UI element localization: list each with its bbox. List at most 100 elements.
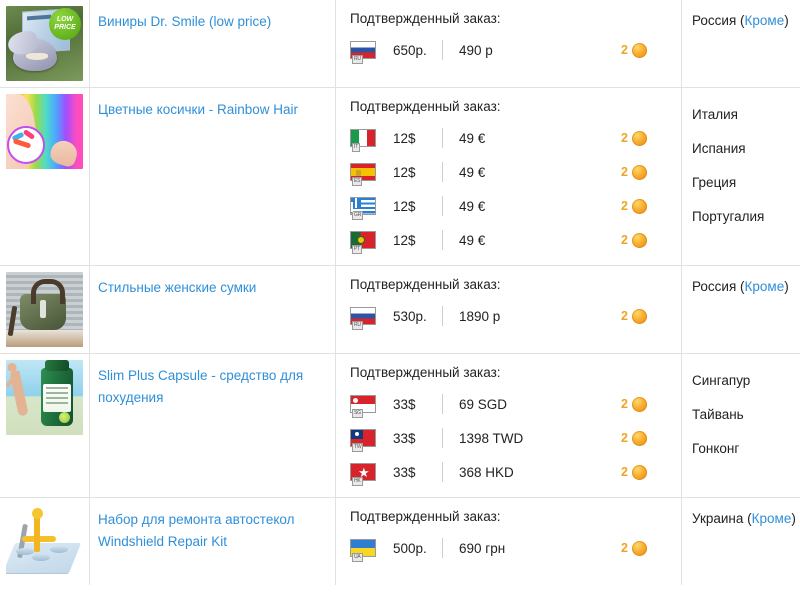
offer-row: Slim Plus Capsule - средство для похуден… (0, 353, 800, 498)
geo-country-name: Греция (692, 175, 737, 190)
bottle-label (43, 384, 71, 412)
product-image[interactable] (6, 504, 83, 579)
flag-icon-sg: SG (350, 395, 376, 418)
geo-except-link[interactable]: Кроме (745, 13, 785, 28)
geo-cell: Сингапур Тайвань Гонконг (682, 354, 800, 498)
geo-item: Россия (Кроме) (692, 10, 796, 29)
flag-country-code: GR (352, 211, 364, 220)
geo-except-link[interactable]: Кроме (752, 511, 792, 526)
geo-item: Испания (692, 132, 796, 166)
flag-icon-es: ES (350, 163, 376, 186)
product-image[interactable]: LOW PRICE (6, 6, 83, 81)
flag-icon-tw: TW (350, 429, 376, 452)
coin-count: 2 (621, 165, 628, 179)
geo-except-link[interactable]: Кроме (745, 279, 785, 294)
flag-country-code: RU (352, 321, 363, 330)
price-row: ES 12$ 49 € 2 (350, 155, 671, 189)
thumbnail-wrap[interactable] (6, 504, 83, 579)
geo-list: Украина (Кроме) (682, 498, 800, 535)
product-title-link[interactable]: Slim Plus Capsule - средство для похуден… (90, 354, 335, 419)
coin-icon (632, 164, 647, 180)
flag-country-code: PT (352, 245, 362, 254)
coin-count: 2 (621, 43, 628, 57)
flag-country-code: SG (352, 409, 363, 418)
geo-list: Россия (Кроме) (682, 0, 800, 37)
coin-count: 2 (621, 431, 628, 445)
geo-country-name: Россия (692, 13, 737, 28)
order-block: Подтвержденный заказ: RU 650р. 490 р 2 (336, 0, 681, 75)
product-title-cell: Цветные косички - Rainbow Hair (89, 87, 336, 266)
flag-icon-it: IT (350, 129, 376, 152)
geo-cell: Украина (Кроме) (682, 498, 800, 586)
local-price: 49 € (459, 164, 486, 180)
offers-table-body: LOW PRICE Виниры Dr. Smile (low price) Подт… (0, 0, 800, 585)
flag-icon-pt: PT (350, 231, 376, 254)
product-image[interactable] (6, 360, 83, 435)
product-image[interactable] (6, 94, 83, 169)
coin-icon (632, 308, 647, 324)
coin-quantity: 2 (621, 198, 671, 214)
geo-cell: Италия Испания Греция Португалия (682, 88, 800, 266)
coin-icon (632, 130, 647, 146)
thumbnail-wrap[interactable]: LOW PRICE (6, 6, 83, 81)
confirmed-order-label: Подтвержденный заказ: (350, 509, 501, 524)
coin-icon (632, 42, 647, 58)
flag-icon-ru: RU (350, 307, 376, 330)
price-row: TW 33$ 1398 TWD 2 (350, 421, 671, 455)
price-row: RU 530р. 1890 р 2 (350, 299, 671, 333)
local-price: 1890 р (459, 308, 501, 324)
geo-item: Греция (692, 166, 796, 200)
coin-icon (632, 540, 647, 556)
coin-count: 2 (621, 541, 628, 555)
coin-count: 2 (621, 233, 628, 247)
local-price: 49 € (459, 198, 486, 214)
coin-quantity: 2 (621, 130, 671, 146)
local-price: 69 SGD (459, 396, 508, 412)
order-block: Подтвержденный заказ: UA 500р. 690 грн 2 (336, 498, 681, 573)
product-thumbnail-cell (0, 265, 90, 354)
product-title-link[interactable]: Цветные косички - Rainbow Hair (90, 88, 335, 131)
geo-item: Тайвань (692, 398, 796, 432)
payout-amount: 500р. (393, 540, 427, 556)
coin-icon (632, 430, 647, 446)
order-prices-cell: Подтвержденный заказ: SG 33$ 69 SGD 2 TW 33$ 13… (335, 353, 682, 498)
payout-amount: 33$ (393, 430, 416, 446)
thumbnail-wrap[interactable] (6, 94, 83, 169)
geo-country-name: Испания (692, 141, 746, 156)
suction-cup (16, 548, 34, 555)
price-row: GR 12$ 49 € 2 (350, 189, 671, 223)
product-title-link[interactable]: Виниры Dr. Smile (low price) (90, 0, 335, 43)
flag-country-code: HK (352, 477, 363, 486)
confirmed-order-label: Подтвержденный заказ: (350, 277, 501, 292)
thumbnail-wrap[interactable] (6, 360, 83, 435)
confirmed-order-label: Подтвержденный заказ: (350, 365, 501, 380)
coin-icon (632, 464, 647, 480)
payout-amount: 650р. (393, 42, 427, 58)
product-title-cell: Slim Plus Capsule - средство для похуден… (89, 353, 336, 498)
product-title-link[interactable]: Стильные женские сумки (90, 266, 335, 309)
thumbnail-wrap[interactable] (6, 272, 83, 347)
geo-item: Сингапур (692, 364, 796, 398)
price-row: SG 33$ 69 SGD 2 (350, 387, 671, 421)
geo-cell: Россия (Кроме) (682, 0, 800, 88)
coin-quantity: 2 (621, 396, 671, 412)
model-silhouette (9, 369, 29, 417)
product-thumbnail-cell (0, 497, 90, 585)
product-title-cell: Набор для ремонта автостекол Windshield … (89, 497, 336, 585)
flag-icon-ru: RU (350, 41, 376, 64)
product-image[interactable] (6, 272, 83, 347)
payout-amount: 12$ (393, 232, 416, 248)
local-price: 49 € (459, 130, 486, 146)
coin-icon (632, 198, 647, 214)
tool-stand (34, 514, 40, 552)
confirmed-order-label: Подтвержденный заказ: (350, 99, 501, 114)
flag-icon-gr: GR (350, 197, 376, 220)
coin-count: 2 (621, 199, 628, 213)
order-prices-cell: Подтвержденный заказ: IT 12$ 49 € 2 ES 12$ 49 €… (335, 87, 682, 266)
model-hand (47, 137, 81, 169)
product-title-link[interactable]: Набор для ремонта автостекол Windshield … (90, 498, 335, 563)
order-block: Подтвержденный заказ: RU 530р. 1890 р 2 (336, 266, 681, 341)
geo-paren-close: ) (791, 511, 796, 526)
geo-country-name: Гонконг (692, 441, 740, 456)
flag-icon-ua: UA (350, 539, 376, 562)
